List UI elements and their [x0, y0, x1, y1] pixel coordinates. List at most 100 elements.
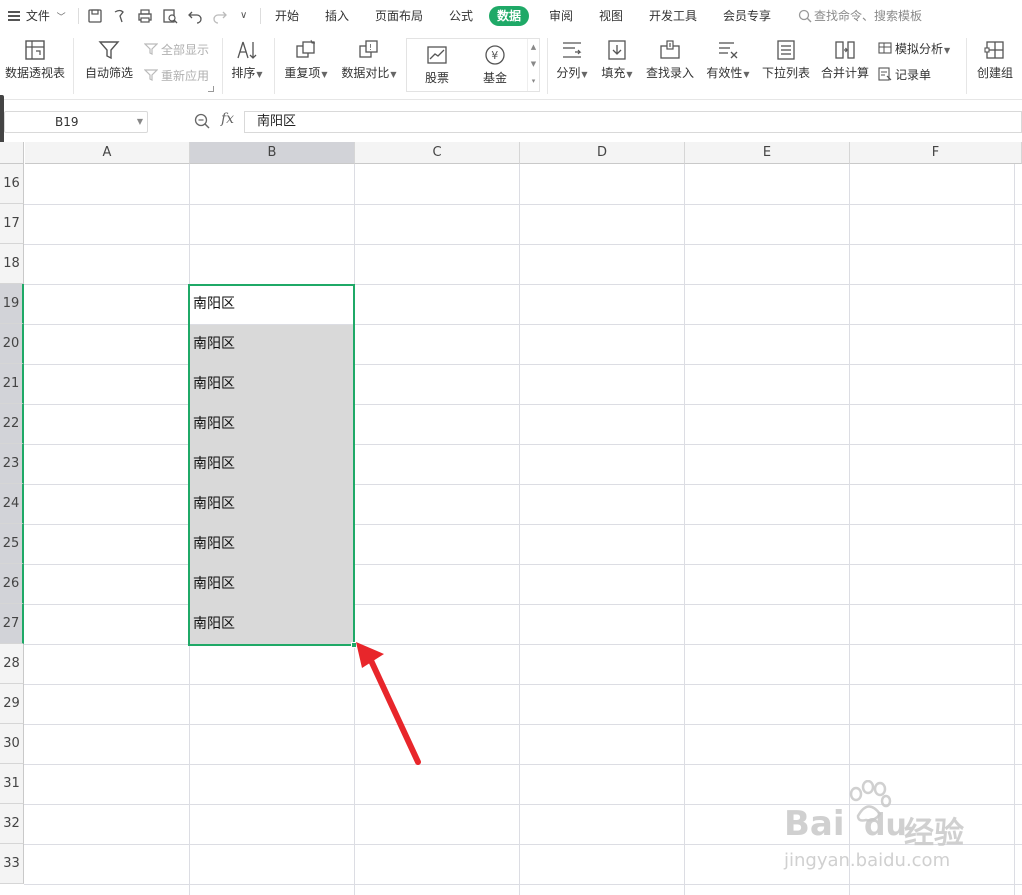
row-header[interactable]: 24: [0, 484, 24, 524]
tab-member[interactable]: 会员专享: [723, 0, 771, 32]
caret-down-icon: ▼: [581, 70, 588, 79]
divider: [73, 38, 74, 94]
more-icon[interactable]: ▾: [528, 73, 539, 90]
gallery-scroll[interactable]: ▲ ▼ ▾: [527, 39, 539, 91]
menu-bar: 文件 ﹀ ∨ 开始 插入 页面布局 公式 数据 审阅 视图 开发工具 会员专享 …: [0, 0, 1022, 32]
chevron-down-icon[interactable]: ∨: [240, 0, 247, 32]
show-all-button[interactable]: 全部显示: [143, 40, 210, 60]
annotation-arrow-icon: [356, 642, 421, 765]
group-launcher-icon[interactable]: [208, 86, 214, 92]
command-search-input[interactable]: 查找命令、搜索模板: [814, 0, 922, 32]
column-header-c[interactable]: C: [355, 142, 520, 164]
row-header[interactable]: 16: [0, 164, 24, 204]
select-all-corner[interactable]: [0, 142, 24, 164]
caret-down-icon[interactable]: ▼: [137, 112, 143, 132]
stock-button[interactable]: 股票: [415, 43, 459, 95]
selection-border: [188, 284, 355, 646]
autofilter-button[interactable]: 自动筛选: [83, 38, 135, 90]
grid-line: [24, 364, 1022, 365]
row-header[interactable]: 23: [0, 444, 24, 484]
format-painter-icon[interactable]: [112, 8, 128, 24]
baidu-watermark: Bai du 经验 jingyan.baidu.com: [780, 780, 1020, 880]
chevron-down-icon[interactable]: ▼: [528, 56, 539, 73]
data-compare-button[interactable]: ! 数据对比▼: [340, 38, 398, 90]
whatif-analysis-button[interactable]: 模拟分析▼: [878, 39, 950, 59]
column-header-b[interactable]: B: [190, 142, 355, 164]
tab-view[interactable]: 视图: [599, 0, 623, 32]
stock-fund-gallery: 股票 ¥ 基金 ▲ ▼ ▾: [406, 38, 540, 92]
tab-data[interactable]: 数据: [489, 6, 530, 26]
fund-label: 基金: [482, 71, 507, 85]
watermark-url: jingyan.baidu.com: [784, 850, 951, 871]
name-box[interactable]: B19 ▼: [4, 111, 148, 133]
duplicates-button[interactable]: 重复项▼: [282, 38, 330, 90]
formula-bar: B19 ▼ fx 南阳区: [0, 100, 1022, 142]
row-header[interactable]: 20: [0, 324, 24, 364]
row-header[interactable]: 29: [0, 684, 24, 724]
fill-button[interactable]: 填充▼: [598, 38, 636, 90]
reapply-button[interactable]: 重新应用: [143, 66, 210, 86]
formula-input[interactable]: 南阳区: [244, 111, 1022, 133]
pivot-table-button[interactable]: 数据透视表: [4, 38, 66, 90]
filter-clear-icon: [143, 43, 159, 55]
watermark-brand-du: du: [864, 808, 907, 843]
tab-insert[interactable]: 插入: [325, 0, 349, 32]
print-icon[interactable]: [137, 8, 153, 24]
tab-home[interactable]: 开始: [275, 0, 299, 32]
row-header[interactable]: 17: [0, 204, 24, 244]
record-form-label: 记录单: [895, 68, 932, 82]
grid-line: [24, 764, 1022, 765]
record-form-icon: [878, 67, 892, 81]
row-header[interactable]: 25: [0, 524, 24, 564]
grid-line: [24, 604, 1022, 605]
redo-icon[interactable]: [212, 8, 228, 24]
record-form-button[interactable]: 记录单: [878, 65, 931, 85]
row-header[interactable]: 19: [0, 284, 24, 324]
row-header[interactable]: 21: [0, 364, 24, 404]
column-header-d[interactable]: D: [520, 142, 685, 164]
sort-button[interactable]: 排序▼: [228, 38, 266, 90]
grid-line: [24, 404, 1022, 405]
row-header[interactable]: 28: [0, 644, 24, 684]
row-header[interactable]: 31: [0, 764, 24, 804]
consolidate-button[interactable]: 合并计算: [818, 38, 872, 90]
divider: [274, 38, 275, 94]
row-header[interactable]: 32: [0, 804, 24, 844]
show-all-label: 全部显示: [161, 43, 210, 57]
sort-icon: [237, 41, 257, 59]
column-header-a[interactable]: A: [25, 142, 190, 164]
search-icon[interactable]: [798, 9, 812, 23]
file-menu[interactable]: 文件 ﹀: [8, 0, 66, 32]
column-header-e[interactable]: E: [685, 142, 850, 164]
chevron-up-icon[interactable]: ▲: [528, 39, 539, 56]
caret-down-icon: ▼: [390, 70, 397, 79]
create-group-button[interactable]: 创建组: [972, 38, 1018, 90]
tab-review[interactable]: 审阅: [549, 0, 573, 32]
dropdown-list-button[interactable]: 下拉列表: [760, 38, 812, 90]
chevron-down-icon: ﹀: [56, 13, 66, 23]
row-header[interactable]: 26: [0, 564, 24, 604]
lookup-entry-button[interactable]: 查找录入: [644, 38, 696, 90]
undo-icon[interactable]: [187, 8, 203, 24]
row-header[interactable]: 18: [0, 244, 24, 284]
tab-developer[interactable]: 开发工具: [649, 0, 697, 32]
split-column-button[interactable]: 分列▼: [553, 38, 591, 90]
column-header-f[interactable]: F: [850, 142, 1022, 164]
tab-page-layout[interactable]: 页面布局: [375, 0, 423, 32]
row-header[interactable]: 33: [0, 844, 24, 884]
row-header[interactable]: 27: [0, 604, 24, 644]
tab-formulas[interactable]: 公式: [449, 0, 473, 32]
save-icon[interactable]: [87, 8, 103, 24]
row-header[interactable]: 30: [0, 724, 24, 764]
lookup-entry-label: 查找录入: [645, 66, 694, 80]
insert-function-button[interactable]: fx: [221, 111, 234, 127]
stock-label: 股票: [424, 71, 449, 85]
print-preview-icon[interactable]: [162, 8, 178, 24]
zoom-formula-icon[interactable]: [194, 113, 210, 129]
reapply-label: 重新应用: [161, 69, 210, 83]
dropdown-list-label: 下拉列表: [761, 66, 810, 80]
row-header[interactable]: 22: [0, 404, 24, 444]
caret-down-icon: ▼: [743, 70, 750, 79]
fund-button[interactable]: ¥ 基金: [473, 43, 517, 95]
validity-button[interactable]: 有效性▼: [704, 38, 752, 90]
